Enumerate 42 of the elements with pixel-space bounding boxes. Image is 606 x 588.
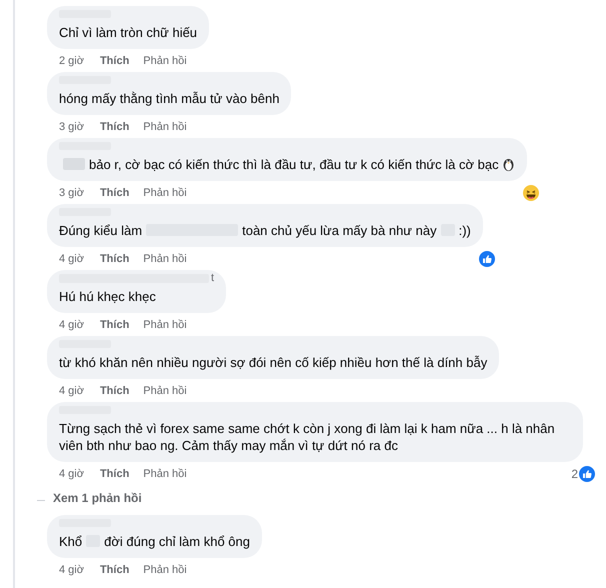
like-link[interactable]: Thích xyxy=(100,466,130,482)
comment-text: Đúng kiểu làm xyxy=(59,223,142,238)
reply-link[interactable]: Phản hồi xyxy=(143,118,187,136)
reply-link[interactable]: Phản hồi xyxy=(143,250,187,268)
view-replies-link[interactable]: Xem 1 phản hồi xyxy=(53,489,142,507)
comment-text: Từng sạch thẻ vì forex same same chớt k còn j xong đi làm lại k ham nữa ... h là nhân viên bth như bao ng. Cảm thấy may mắn vì tự dứt nó ra đc xyxy=(59,421,555,453)
reaction-count: 2 xyxy=(571,466,578,483)
like-link[interactable]: Thích xyxy=(100,562,130,578)
comment-text: đời đúng chỉ làm khổ ông xyxy=(104,534,250,549)
comment-time: 4 giờ xyxy=(59,318,84,333)
reply-link[interactable]: Phản hồi xyxy=(143,184,187,202)
like-link[interactable]: Thích xyxy=(100,382,130,400)
like-link[interactable]: Thích xyxy=(100,118,130,136)
comment-text: bảo r, cờ bạc có kiến thức thì là đầu tư, đầu tư k có kiến thức là cờ bạc xyxy=(89,157,499,172)
reply-link[interactable]: Phản hồi xyxy=(143,382,187,400)
reply-link[interactable]: Phản hồi xyxy=(143,562,187,578)
like-link[interactable]: Thích xyxy=(100,316,130,334)
comment-text: :)) xyxy=(458,223,471,238)
reply-link[interactable]: Phản hồi xyxy=(143,466,187,482)
name-fragment: t xyxy=(211,274,214,282)
comment-text: hóng mấy thằng tình mẫu tử vào bênh xyxy=(59,91,280,106)
comment-time: 4 giờ xyxy=(59,252,84,267)
laughing-emoji-icon xyxy=(522,185,539,201)
comment-time: 4 giờ xyxy=(59,466,84,482)
like-link[interactable]: Thích xyxy=(100,52,130,70)
comment-text: toàn chủ yếu lừa mấy bà như này xyxy=(242,223,437,238)
like-icon xyxy=(478,251,495,267)
comment-time: 3 giờ xyxy=(59,120,84,135)
comment-text: Hú hú khẹc khẹc xyxy=(59,289,156,304)
comment-text: Khổ xyxy=(59,534,82,549)
penguin-icon xyxy=(502,157,515,171)
like-link[interactable]: Thích xyxy=(100,250,130,268)
comment-time: 2 giờ xyxy=(59,54,84,69)
like-icon xyxy=(579,466,595,482)
comment-time: 3 giờ xyxy=(59,186,84,201)
comment-text: Chỉ vì làm tròn chữ hiếu xyxy=(59,25,198,40)
comment-text: từ khó khăn nên nhiều người sợ đói nên cố kiếp nhiều hơn thế là dính bẫy xyxy=(59,355,488,370)
like-link[interactable]: Thích xyxy=(100,184,130,202)
reply-link[interactable]: Phản hồi xyxy=(143,52,187,70)
comment-time: 4 giờ xyxy=(59,562,84,578)
comment-time: 4 giờ xyxy=(59,384,84,399)
reply-link[interactable]: Phản hồi xyxy=(143,316,187,334)
